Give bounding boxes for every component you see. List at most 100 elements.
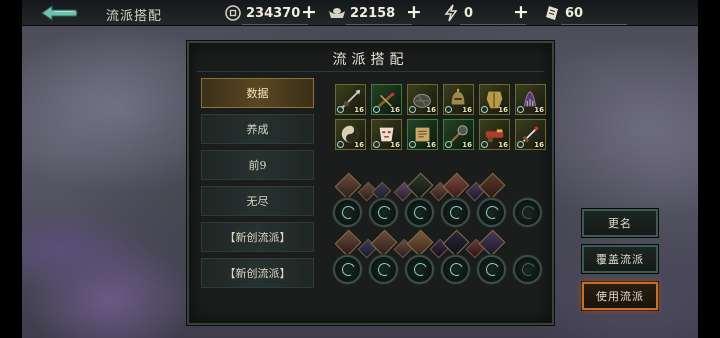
equipment-level: 16 xyxy=(462,141,472,149)
jade-resource: 22158 xyxy=(328,3,412,25)
level-icon xyxy=(409,106,416,113)
top-bar: 流派搭配 234370 + 22158 + 0 + 60 xyxy=(22,0,698,26)
equipment-level: 16 xyxy=(498,141,508,149)
equipment-level: 16 xyxy=(462,106,472,114)
coin-value: 234370 xyxy=(246,5,301,21)
lightning-icon xyxy=(442,4,460,22)
add-stamina-button[interactable]: + xyxy=(513,2,529,22)
character-portrait[interactable] xyxy=(370,229,398,257)
character-portrait[interactable] xyxy=(406,229,434,257)
tab-endless[interactable]: 无尽 xyxy=(201,186,314,216)
equipment-level: 16 xyxy=(534,106,544,114)
equipment-level: 16 xyxy=(390,106,400,114)
skill-wheel[interactable] xyxy=(333,198,362,227)
equipment-grid: 16 16 16 16 16 16 16 16 16 16 16 16 xyxy=(335,84,548,150)
build-panel: 流派搭配 数据 养成 前9 无尽 【新创流派】 【新创流派】 16 16 16 … xyxy=(187,41,554,325)
coin-underline xyxy=(242,24,308,25)
character-portrait[interactable] xyxy=(334,172,362,200)
tab-first-9[interactable]: 前9 xyxy=(201,150,314,180)
level-icon xyxy=(337,106,344,113)
back-button[interactable] xyxy=(40,3,80,23)
skill-wheel[interactable] xyxy=(441,198,470,227)
ingot-icon xyxy=(328,4,346,22)
character-portraits xyxy=(333,229,553,259)
equipment-slot[interactable]: 16 xyxy=(371,84,402,115)
ticket-underline xyxy=(561,24,627,25)
level-icon xyxy=(373,141,380,148)
rename-button[interactable]: 更名 xyxy=(582,209,658,237)
equipment-slot[interactable]: 16 xyxy=(371,119,402,150)
skill-wheel[interactable] xyxy=(369,255,398,284)
character-portrait[interactable] xyxy=(478,229,506,257)
skill-wheel[interactable] xyxy=(405,255,434,284)
tab-data[interactable]: 数据 xyxy=(201,78,314,108)
equipment-level: 16 xyxy=(498,106,508,114)
panel-title: 流派搭配 xyxy=(332,52,409,68)
equipment-level: 16 xyxy=(354,106,364,114)
coin-resource: 234370 xyxy=(224,3,308,25)
page-title: 流派搭配 xyxy=(106,9,163,24)
build-tab-list: 数据 养成 前9 无尽 【新创流派】 【新创流派】 xyxy=(201,78,314,294)
skill-wheel-empty[interactable] xyxy=(513,255,542,284)
jade-value: 22158 xyxy=(350,5,396,21)
level-icon xyxy=(481,141,488,148)
screen-edge-right xyxy=(698,0,720,338)
character-portrait[interactable] xyxy=(406,172,434,200)
skill-wheel[interactable] xyxy=(333,255,362,284)
skill-wheel[interactable] xyxy=(369,198,398,227)
skill-wheels xyxy=(333,198,553,228)
equipment-slot[interactable]: 16 xyxy=(479,84,510,115)
stamina-value: 0 xyxy=(464,5,474,21)
tab-new-build-2[interactable]: 【新创流派】 xyxy=(201,258,314,288)
skill-wheel[interactable] xyxy=(477,198,506,227)
character-portrait[interactable] xyxy=(334,229,362,257)
skill-wheel[interactable] xyxy=(477,255,506,284)
level-icon xyxy=(373,106,380,113)
skill-wheel[interactable] xyxy=(405,198,434,227)
overwrite-build-button[interactable]: 覆盖流派 xyxy=(582,245,658,273)
equipment-slot[interactable]: 16 xyxy=(407,84,438,115)
skill-wheel[interactable] xyxy=(441,255,470,284)
equipment-level: 16 xyxy=(534,141,544,149)
back-arrow-icon xyxy=(41,5,78,21)
ticket-icon xyxy=(543,4,561,22)
skill-wheel-empty[interactable] xyxy=(513,198,542,227)
equipment-slot[interactable]: 16 xyxy=(407,119,438,150)
ticket-resource: 60 xyxy=(543,3,627,25)
skill-wheels xyxy=(333,255,553,285)
character-portrait[interactable] xyxy=(442,172,470,200)
equipment-level: 16 xyxy=(390,141,400,149)
equipment-slot[interactable]: 16 xyxy=(443,119,474,150)
equipment-slot[interactable]: 16 xyxy=(479,119,510,150)
level-icon xyxy=(337,141,344,148)
ticket-value: 60 xyxy=(565,5,584,21)
level-icon xyxy=(481,106,488,113)
stamina-resource: 0 xyxy=(442,3,526,25)
character-team-2 xyxy=(333,229,553,285)
equipment-slot[interactable]: 16 xyxy=(443,84,474,115)
equipment-level: 16 xyxy=(354,141,364,149)
add-jade-button[interactable]: + xyxy=(406,2,422,22)
equipment-slot[interactable]: 16 xyxy=(515,84,546,115)
jade-underline xyxy=(346,24,412,25)
use-build-button[interactable]: 使用流派 xyxy=(582,282,658,310)
tab-new-build-1[interactable]: 【新创流派】 xyxy=(201,222,314,252)
character-team-1 xyxy=(333,172,553,228)
character-portrait[interactable] xyxy=(442,229,470,257)
equipment-slot[interactable]: 16 xyxy=(515,119,546,150)
tab-cultivate[interactable]: 养成 xyxy=(201,114,314,144)
character-portrait[interactable] xyxy=(478,172,506,200)
character-portraits xyxy=(333,172,553,202)
screen-edge-left xyxy=(0,0,22,338)
level-icon xyxy=(445,106,452,113)
equipment-level: 16 xyxy=(426,106,436,114)
level-icon xyxy=(517,141,524,148)
coin-icon xyxy=(224,4,242,22)
equipment-slot[interactable]: 16 xyxy=(335,84,366,115)
level-icon xyxy=(517,106,524,113)
panel-title-divider xyxy=(197,71,544,72)
equipment-slot[interactable]: 16 xyxy=(335,119,366,150)
add-coin-button[interactable]: + xyxy=(301,2,317,22)
level-icon xyxy=(445,141,452,148)
level-icon xyxy=(409,141,416,148)
